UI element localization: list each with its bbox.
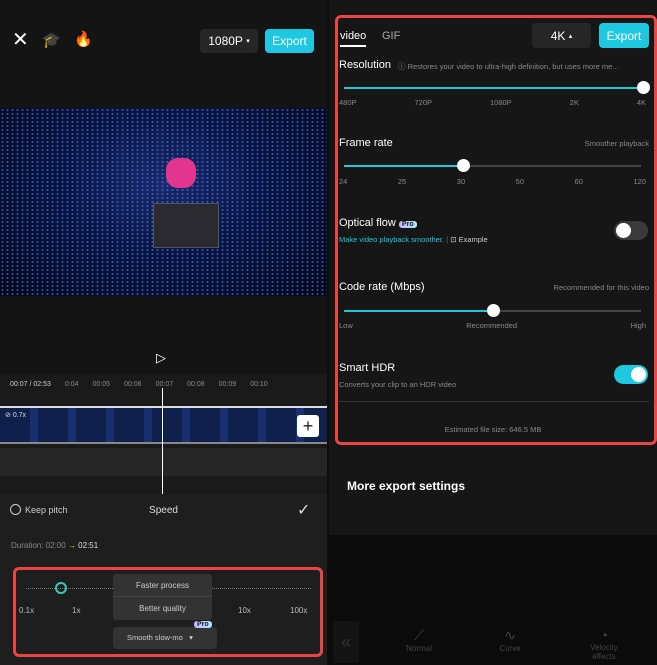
optical-flow-desc: Make video playback smoother. | ⊡ Exampl… [339,235,488,244]
flame-icon[interactable]: 🔥 [74,30,93,48]
clip-speed-badge: ⊘ 0.7x [5,412,27,419]
nav-normal[interactable]: ⟋ Normal [399,627,439,653]
normal-icon: ⟋ [414,627,424,643]
gauge-icon: ◔ [599,627,609,643]
scale-label: 100x [290,606,308,615]
scale-label: 0.1x [19,606,35,615]
current-time: 00:07 [10,380,28,388]
more-export-settings[interactable]: More export settings [347,479,465,493]
smart-hdr-desc: Converts your clip to an HDR video [339,380,457,389]
ruler-mark: 00:08 [187,380,205,388]
optical-flow-label: Optical flow Pro [339,217,417,229]
pro-badge: Pro [398,221,417,228]
code-rate-slider[interactable] [344,304,641,317]
menu-item-faster-process[interactable]: Faster process [113,574,212,597]
frame-rate-ticks: 24 25 30 50 60 120 [339,177,646,186]
export-settings-panel: video GIF 4K ▴ Export Resolution ⓘ Resto… [329,0,657,665]
graduation-cap-icon[interactable]: 🎓 [42,31,61,49]
scale-label: 10x [238,606,251,615]
file-size: Estimated file size: 646.5 MB [444,425,542,434]
collapse-icon[interactable]: « [333,621,359,663]
frame-rate-label: Frame rate [339,137,393,149]
menu-item-better-quality[interactable]: Better quality [113,597,212,620]
total-time: 02:53 [33,380,51,388]
speed-slider-knob[interactable] [55,582,67,594]
resolution-value: 1080P [208,34,243,48]
speed-panel: Keep pitch Speed ✓ Duration: 02:00 → 02:… [0,494,327,665]
code-rate-hint: Recommended for this video [553,283,649,292]
audio-track[interactable] [0,448,327,476]
frame-rate-slider[interactable] [344,159,641,172]
divider [339,401,649,402]
play-button[interactable]: ▷ [156,350,166,366]
nav-velocity-effects[interactable]: ◔ Velocity effects [579,627,629,661]
pro-badge: Pro [194,621,212,628]
resolution-slider[interactable] [344,81,650,94]
nav-curve[interactable]: ∿ Curve [490,627,530,653]
optical-flow-toggle[interactable] [614,221,648,240]
stage-screen [153,203,219,248]
tab-video[interactable]: video [340,30,367,47]
ruler-mark: 00:05 [92,380,111,388]
close-icon[interactable]: ✕ [12,30,29,50]
code-rate-ticks: Low Recommended High [339,321,646,330]
ruler-mark: 00:10 [250,380,268,388]
export-button[interactable]: Export [265,29,314,53]
help-icon[interactable]: ⓘ [398,62,406,71]
bottom-nav: « ⟋ Normal ∿ Curve ◔ Velocity effects [329,535,657,665]
confirm-check-icon[interactable]: ✓ [297,500,310,520]
speed-title: Speed [149,505,178,516]
smart-hdr-toggle[interactable] [614,365,648,384]
video-preview [0,108,327,296]
resolution-dropdown[interactable]: 4K ▴ [532,23,591,48]
playhead[interactable] [162,388,163,494]
smooth-slowmo-dropdown[interactable]: Smooth slow-mo ▾ [113,627,217,649]
scale-label: 1x [72,606,81,615]
timeline-ruler[interactable]: 00:07 / 02:53 0:04 00:05 00:06 00:07 00:… [0,374,327,394]
smart-hdr-label: Smart HDR [339,362,396,374]
editor-panel: ✕ 🎓 🔥 1080P ▾ Export ▷ 00:07 / 02:53 0:0… [0,0,327,665]
process-menu: Faster process Better quality [113,574,212,620]
add-clip-button[interactable]: + [297,415,319,437]
resolution-label: Resolution [339,59,391,71]
curve-icon: ∿ [504,627,516,643]
ruler-mark: 00:09 [218,380,237,388]
frame-rate-hint: Smoother playback [584,139,649,148]
duration-text: Duration: 02:00 → 02:51 [11,541,99,550]
ruler-mark: 0:04 [64,380,79,388]
resolution-hint: ⓘ Restores your video to ultra-high defi… [398,62,619,71]
resolution-ticks: 480P 720P 1080P 2K 4K [339,98,646,107]
video-clip-track[interactable]: ⊘ 0.7x [0,406,327,444]
example-link[interactable]: ⊡ Example [450,235,488,244]
stage-light [166,158,196,188]
ruler-mark: 00:07 [155,380,174,388]
resolution-dropdown[interactable]: 1080P ▾ [200,29,258,53]
speed-control-highlight: 0.1x 1x 10x 100x Faster process Better q… [13,567,323,657]
export-button[interactable]: Export [599,23,649,48]
code-rate-label: Code rate (Mbps) [339,281,425,293]
tab-gif[interactable]: GIF [382,30,400,42]
ruler-mark: 00:06 [124,380,142,388]
